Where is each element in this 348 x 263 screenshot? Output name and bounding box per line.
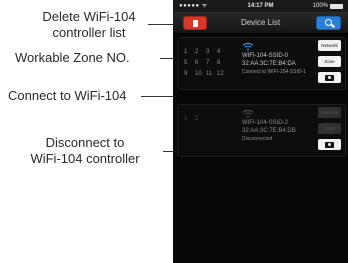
device-info: WIFI-104-SSID-2 32:AA:3C:7E:B4:DB Discon… — [242, 119, 296, 143]
zone-number[interactable]: 2 — [195, 115, 206, 123]
zone-number[interactable]: 7 — [206, 59, 217, 67]
battery-percent: 100% — [312, 3, 328, 9]
wifi-connected-icon — [242, 42, 254, 51]
zone-number[interactable]: 2 — [195, 48, 206, 56]
zone-button[interactable]: Zone — [318, 123, 341, 134]
annotation-delete-line1: Delete WiFi-104 — [42, 9, 136, 24]
camera-button[interactable] — [318, 139, 341, 150]
battery-icon — [330, 4, 343, 9]
zone-number[interactable]: 8 — [217, 59, 228, 67]
device-actions: Network Zone — [318, 40, 341, 83]
zone-number[interactable]: 10 — [195, 70, 206, 78]
status-bar: ●●●●● ᯤ 14:17 PM 100% — [173, 0, 348, 12]
wifi-disconnected-icon — [242, 109, 254, 118]
zone-number[interactable]: 1 — [184, 115, 195, 123]
zone-number[interactable]: 1 — [184, 48, 195, 56]
device-row-disconnected[interactable]: 1 2 WIFI-104-SSID-2 32:AA:3C:7E:B4:DB Di… — [177, 104, 346, 157]
zone-number[interactable]: 5 — [184, 59, 195, 67]
network-button[interactable]: Network — [318, 107, 341, 118]
connection-status: Connect to WIFI-104-SSID-1 — [242, 69, 306, 75]
device-row-connected[interactable]: 1 2 3 4 5 6 7 8 9 10 11 12 WIFI-104-SSID… — [177, 37, 346, 90]
zone-number[interactable]: 11 — [206, 70, 217, 78]
annotation-zone-no: Workable Zone NO. — [15, 50, 130, 65]
zone-number[interactable]: 3 — [206, 48, 217, 56]
annotation-disconnect-line2: WiFi-104 controller — [30, 151, 140, 166]
network-button[interactable]: Network — [318, 40, 341, 51]
nav-bar: Device List — [173, 12, 348, 34]
zone-number[interactable]: 4 — [217, 48, 228, 56]
zone-number[interactable]: 12 — [217, 70, 228, 78]
leader-connect — [141, 96, 175, 97]
annotation-delete-list: Delete WiFi-104 controller list — [34, 9, 144, 41]
device-ssid: WIFI-104-SSID-0 — [242, 53, 289, 59]
device-actions: Network Zone — [318, 107, 341, 150]
phone-screen: ●●●●● ᯤ 14:17 PM 100% Device List 1 2 3 … — [173, 0, 348, 263]
device-info: WIFI-104-SSID-0 32:AA:3C:7E:B4:DA Connec… — [242, 52, 306, 76]
camera-button[interactable] — [318, 72, 341, 83]
device-ssid: WIFI-104-SSID-2 — [242, 120, 289, 126]
annotation-disconnect-line1: Disconnect to — [45, 135, 125, 150]
zone-number[interactable]: 9 — [184, 70, 195, 78]
annotation-connect: Connect to WiFi-104 — [8, 88, 127, 103]
connection-status: Disconnected — [242, 136, 273, 142]
zone-number-grid: 1 2 — [184, 115, 228, 123]
search-button[interactable] — [316, 16, 341, 30]
annotation-disconnect: Disconnect to WiFi-104 controller — [10, 135, 160, 167]
zone-number-grid: 1 2 3 4 5 6 7 8 9 10 11 12 — [184, 48, 228, 78]
zone-number[interactable]: 6 — [195, 59, 206, 67]
annotation-delete-line2: controller list — [52, 25, 126, 40]
device-mac: 32:AA:3C:7E:B4:DA — [242, 61, 296, 67]
device-mac: 32:AA:3C:7E:B4:DB — [242, 128, 296, 134]
zone-button[interactable]: Zone — [318, 56, 341, 67]
